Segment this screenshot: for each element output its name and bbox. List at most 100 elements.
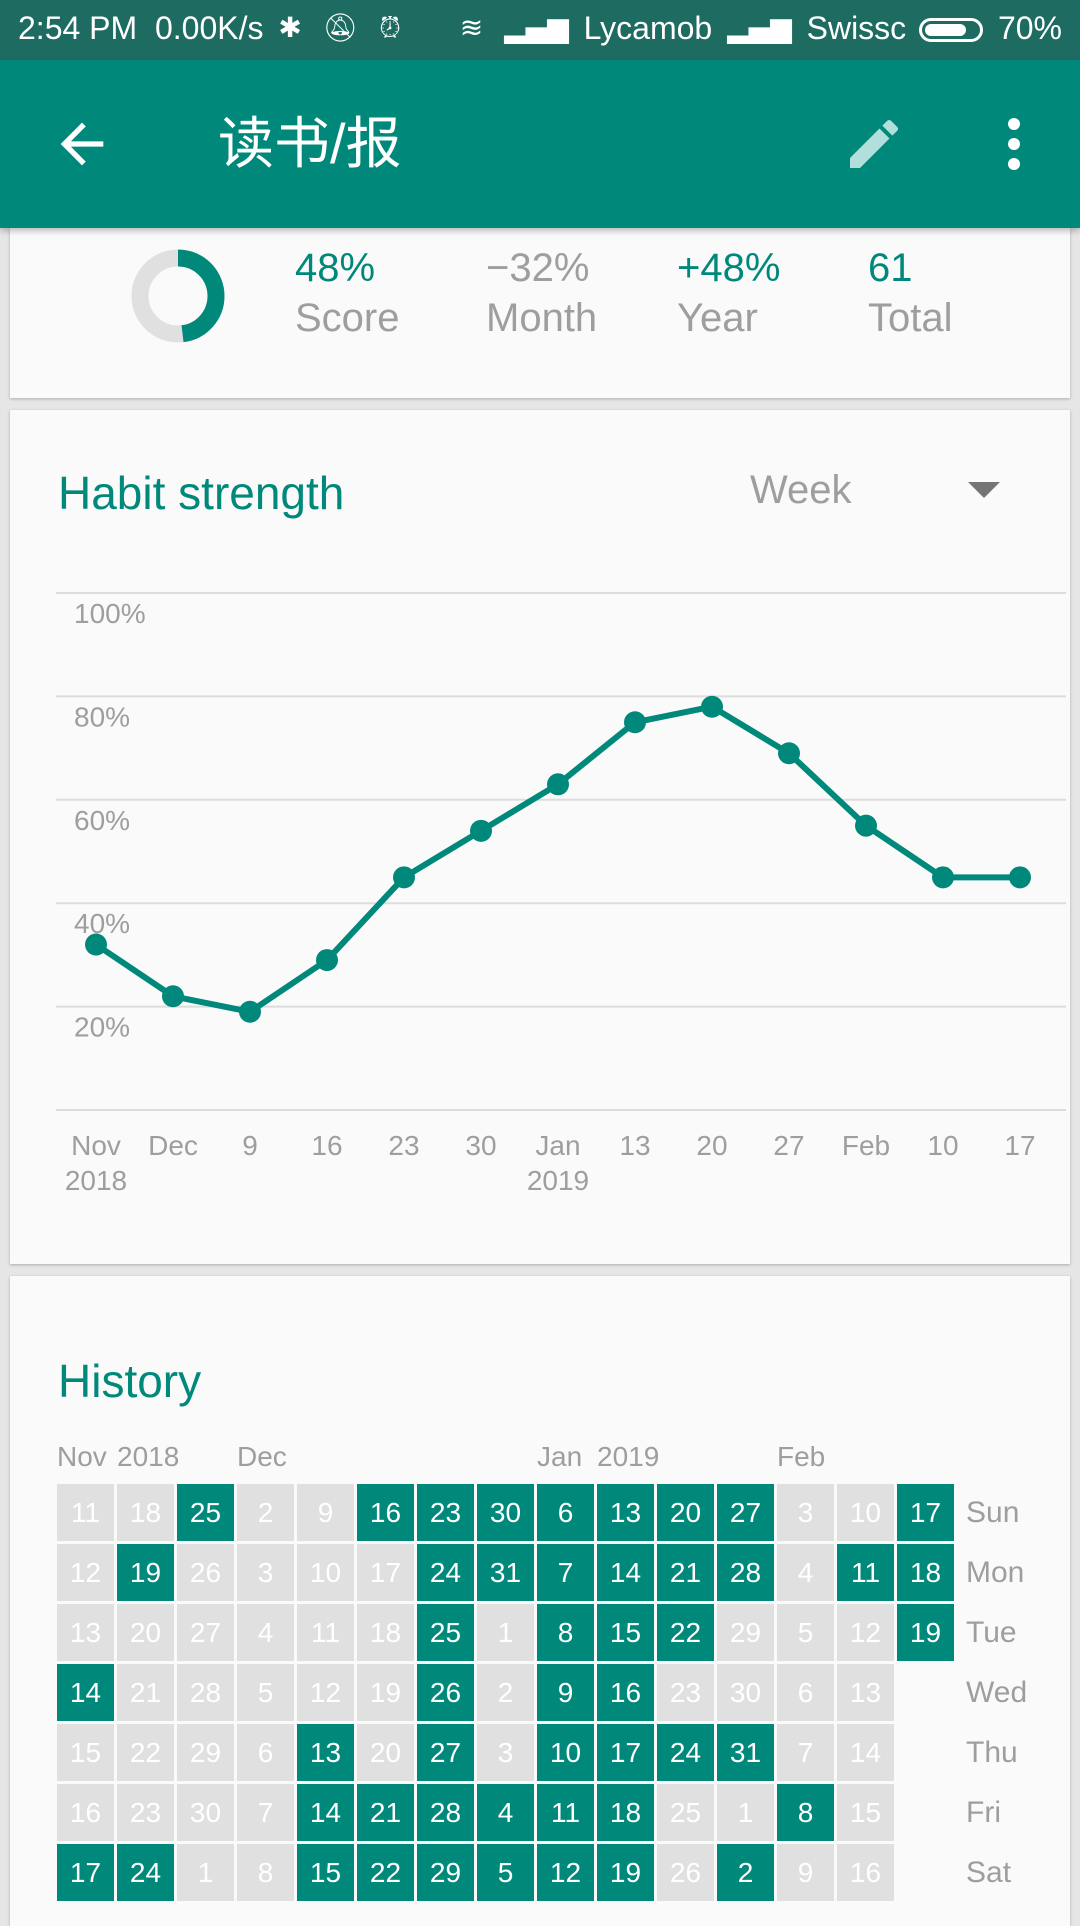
- history-day-cell[interactable]: 13: [297, 1724, 354, 1781]
- history-day-cell[interactable]: 27: [417, 1724, 474, 1781]
- history-day-cell[interactable]: 1: [177, 1844, 234, 1901]
- history-day-cell[interactable]: 25: [657, 1784, 714, 1841]
- history-day-cell[interactable]: 8: [237, 1844, 294, 1901]
- history-day-cell[interactable]: 19: [597, 1844, 654, 1901]
- history-day-cell[interactable]: 11: [57, 1484, 114, 1541]
- history-day-cell[interactable]: 20: [657, 1484, 714, 1541]
- history-day-cell[interactable]: 9: [537, 1664, 594, 1721]
- history-day-cell[interactable]: 17: [597, 1724, 654, 1781]
- history-day-cell[interactable]: 30: [177, 1784, 234, 1841]
- history-day-cell[interactable]: 16: [597, 1664, 654, 1721]
- history-day-cell[interactable]: 2: [477, 1664, 534, 1721]
- history-day-cell[interactable]: 15: [57, 1724, 114, 1781]
- history-day-cell[interactable]: 4: [777, 1544, 834, 1601]
- history-day-cell[interactable]: 17: [897, 1484, 954, 1541]
- history-day-cell[interactable]: 25: [177, 1484, 234, 1541]
- history-day-cell[interactable]: 8: [537, 1604, 594, 1661]
- history-day-cell[interactable]: 16: [357, 1484, 414, 1541]
- history-day-cell[interactable]: 14: [837, 1724, 894, 1781]
- history-day-cell[interactable]: 12: [837, 1604, 894, 1661]
- more-vert-icon[interactable]: [990, 112, 1038, 176]
- history-day-cell[interactable]: 28: [177, 1664, 234, 1721]
- history-day-cell[interactable]: 8: [777, 1784, 834, 1841]
- history-day-cell[interactable]: 21: [657, 1544, 714, 1601]
- history-day-cell[interactable]: 7: [777, 1724, 834, 1781]
- history-day-cell[interactable]: 26: [177, 1544, 234, 1601]
- arrow-back-icon[interactable]: [50, 112, 114, 176]
- history-day-cell[interactable]: 17: [57, 1844, 114, 1901]
- history-day-cell[interactable]: 25: [417, 1604, 474, 1661]
- history-day-cell[interactable]: 10: [297, 1544, 354, 1601]
- history-day-cell[interactable]: 15: [597, 1604, 654, 1661]
- history-day-cell[interactable]: 19: [117, 1544, 174, 1601]
- history-day-cell[interactable]: 5: [237, 1664, 294, 1721]
- history-day-cell[interactable]: 6: [777, 1664, 834, 1721]
- history-day-cell[interactable]: 21: [117, 1664, 174, 1721]
- history-day-cell[interactable]: 18: [597, 1784, 654, 1841]
- history-day-cell[interactable]: 29: [717, 1604, 774, 1661]
- history-day-cell[interactable]: 11: [297, 1604, 354, 1661]
- history-day-cell[interactable]: 14: [297, 1784, 354, 1841]
- history-day-cell[interactable]: 23: [117, 1784, 174, 1841]
- history-day-cell[interactable]: 3: [477, 1724, 534, 1781]
- history-day-cell[interactable]: 26: [657, 1844, 714, 1901]
- history-day-cell[interactable]: 18: [897, 1544, 954, 1601]
- history-day-cell[interactable]: 22: [357, 1844, 414, 1901]
- history-day-cell[interactable]: 12: [297, 1664, 354, 1721]
- history-day-cell[interactable]: 9: [297, 1484, 354, 1541]
- history-day-cell[interactable]: 22: [657, 1604, 714, 1661]
- history-day-cell[interactable]: 21: [357, 1784, 414, 1841]
- history-day-cell[interactable]: 13: [597, 1484, 654, 1541]
- history-day-cell[interactable]: 12: [537, 1844, 594, 1901]
- history-day-cell[interactable]: 15: [837, 1784, 894, 1841]
- history-day-cell[interactable]: 28: [417, 1784, 474, 1841]
- pencil-icon[interactable]: [842, 112, 906, 176]
- history-day-cell[interactable]: 7: [537, 1544, 594, 1601]
- history-day-cell[interactable]: 17: [357, 1544, 414, 1601]
- history-day-cell[interactable]: 23: [657, 1664, 714, 1721]
- history-day-cell[interactable]: 14: [597, 1544, 654, 1601]
- history-day-cell[interactable]: 28: [717, 1544, 774, 1601]
- history-day-cell[interactable]: 24: [417, 1544, 474, 1601]
- history-day-cell[interactable]: 4: [237, 1604, 294, 1661]
- history-day-cell[interactable]: 26: [417, 1664, 474, 1721]
- history-day-cell[interactable]: 24: [117, 1844, 174, 1901]
- history-day-cell[interactable]: 12: [57, 1544, 114, 1601]
- history-day-cell[interactable]: 11: [837, 1544, 894, 1601]
- history-day-cell[interactable]: 13: [57, 1604, 114, 1661]
- history-day-cell[interactable]: 27: [717, 1484, 774, 1541]
- history-day-cell[interactable]: 20: [117, 1604, 174, 1661]
- history-day-cell[interactable]: 11: [537, 1784, 594, 1841]
- history-day-cell[interactable]: 13: [837, 1664, 894, 1721]
- history-day-cell[interactable]: 20: [357, 1724, 414, 1781]
- history-day-cell[interactable]: 9: [777, 1844, 834, 1901]
- history-day-cell[interactable]: 3: [237, 1544, 294, 1601]
- history-day-cell[interactable]: 4: [477, 1784, 534, 1841]
- history-day-cell[interactable]: 10: [537, 1724, 594, 1781]
- history-day-cell[interactable]: 16: [57, 1784, 114, 1841]
- history-day-cell[interactable]: 15: [297, 1844, 354, 1901]
- history-day-cell[interactable]: 2: [237, 1484, 294, 1541]
- history-day-cell[interactable]: 30: [717, 1664, 774, 1721]
- history-day-cell[interactable]: 24: [657, 1724, 714, 1781]
- history-day-cell[interactable]: 1: [717, 1784, 774, 1841]
- history-day-cell[interactable]: 29: [417, 1844, 474, 1901]
- history-day-cell[interactable]: 19: [357, 1664, 414, 1721]
- history-day-cell[interactable]: 18: [357, 1604, 414, 1661]
- history-day-cell[interactable]: 2: [717, 1844, 774, 1901]
- history-day-cell[interactable]: 5: [477, 1844, 534, 1901]
- history-day-cell[interactable]: 31: [477, 1544, 534, 1601]
- history-day-cell[interactable]: 31: [717, 1724, 774, 1781]
- history-day-cell[interactable]: 1: [477, 1604, 534, 1661]
- history-day-cell[interactable]: 16: [837, 1844, 894, 1901]
- history-day-cell[interactable]: 6: [537, 1484, 594, 1541]
- history-day-cell[interactable]: 22: [117, 1724, 174, 1781]
- history-day-cell[interactable]: 30: [477, 1484, 534, 1541]
- history-day-cell[interactable]: 19: [897, 1604, 954, 1661]
- history-day-cell[interactable]: 14: [57, 1664, 114, 1721]
- history-day-cell[interactable]: 7: [237, 1784, 294, 1841]
- history-day-cell[interactable]: 3: [777, 1484, 834, 1541]
- history-day-cell[interactable]: 18: [117, 1484, 174, 1541]
- history-day-cell[interactable]: 10: [837, 1484, 894, 1541]
- history-day-cell[interactable]: 5: [777, 1604, 834, 1661]
